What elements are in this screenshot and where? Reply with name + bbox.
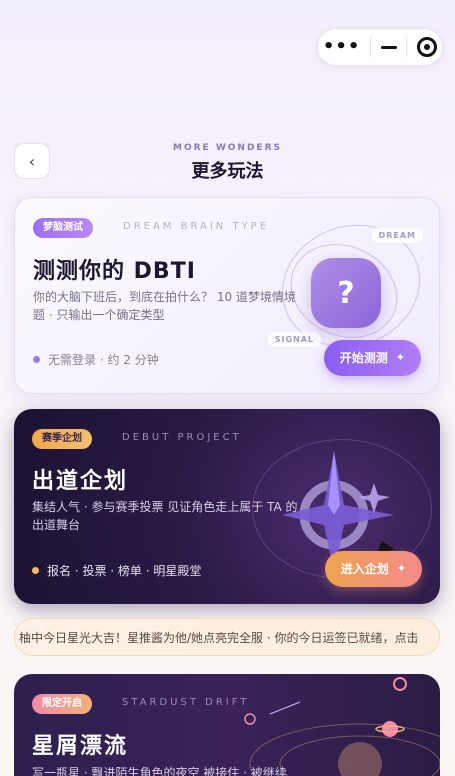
card-description: 集结人气 · 参与赛季投票 见证角色走上属于 TA 的出道舞台 <box>32 500 298 532</box>
mini-program-capsule: ••• <box>317 28 443 66</box>
sparkle-icon: ✦ <box>395 351 405 364</box>
debut-project-card[interactable]: 赛季企划 DEBUT PROJECT 出道企划 集结人气 · 参与赛季投票 见证… <box>14 409 440 604</box>
sparkle-icon: ✦ <box>396 562 406 575</box>
badge: 赛季企划 <box>32 429 92 449</box>
meta-text: 报名 · 投票 · 榜单 · 明星殿堂 <box>47 564 202 578</box>
announcement-ticker[interactable]: 柚中今日星光大吉！星推酱为他/她点亮完全服 · 你的今日运签已就绪，点击 <box>14 618 440 656</box>
meta-text: 无需登录 · 约 2 分钟 <box>48 353 159 367</box>
enter-project-button[interactable]: 进入企划 ✦ <box>324 551 422 587</box>
signal-tag: SIGNAL <box>267 332 321 347</box>
bullet-icon <box>33 356 40 363</box>
question-icon: ? <box>311 258 381 328</box>
button-label: 开始测测 <box>339 351 388 365</box>
page-title: 更多玩法 <box>191 161 264 182</box>
capsule-divider <box>406 37 408 57</box>
card-title: 测测你的 DBTI <box>33 259 196 284</box>
badge: 限定开启 <box>32 694 92 714</box>
card-description: 写一瓶星 · 飘进陌生角色的夜空 被接住 · 被继续 <box>32 766 287 776</box>
ticker-text: 柚中今日星光大吉！星推酱为他/她点亮完全服 · 你的今日运签已就绪，点击 <box>19 631 419 645</box>
badge: 梦脑测试 <box>33 218 93 238</box>
card-ghost-label: STARDUST DRIFT <box>122 697 250 708</box>
card-ghost-label: DREAM BRAIN TYPE <box>123 221 270 232</box>
card-meta: 报名 · 投票 · 榜单 · 明星殿堂 <box>32 562 201 579</box>
card-title: 出道企划 <box>32 469 129 494</box>
page-subtitle: MORE WONDERS <box>173 143 282 153</box>
dbti-card[interactable]: DREAM SIGNAL ? 梦脑测试 DREAM BRAIN TYPE 测测你… <box>14 197 440 394</box>
capsule-divider <box>370 37 372 57</box>
card-description: 你的大脑下班后，到底在拍什么？ 10 道梦境情境题 · 只输出一个确定类型 <box>33 290 296 322</box>
card-ghost-label: DEBUT PROJECT <box>122 432 242 443</box>
minus-icon[interactable] <box>380 45 397 49</box>
dream-tag: DREAM <box>371 228 423 243</box>
target-icon[interactable] <box>417 37 438 57</box>
start-test-button[interactable]: 开始测测 ✦ <box>323 340 421 376</box>
card-title: 星屑漂流 <box>32 734 129 759</box>
more-dots-icon[interactable]: ••• <box>323 38 361 56</box>
bullet-icon <box>32 567 39 574</box>
card-meta: 无需登录 · 约 2 分钟 <box>33 351 159 368</box>
stardust-drift-card[interactable]: 限定开启 STARDUST DRIFT 星屑漂流 写一瓶星 · 飘进陌生角色的夜… <box>14 674 440 776</box>
button-label: 进入企划 <box>340 562 389 576</box>
galaxy-icon <box>244 677 440 776</box>
